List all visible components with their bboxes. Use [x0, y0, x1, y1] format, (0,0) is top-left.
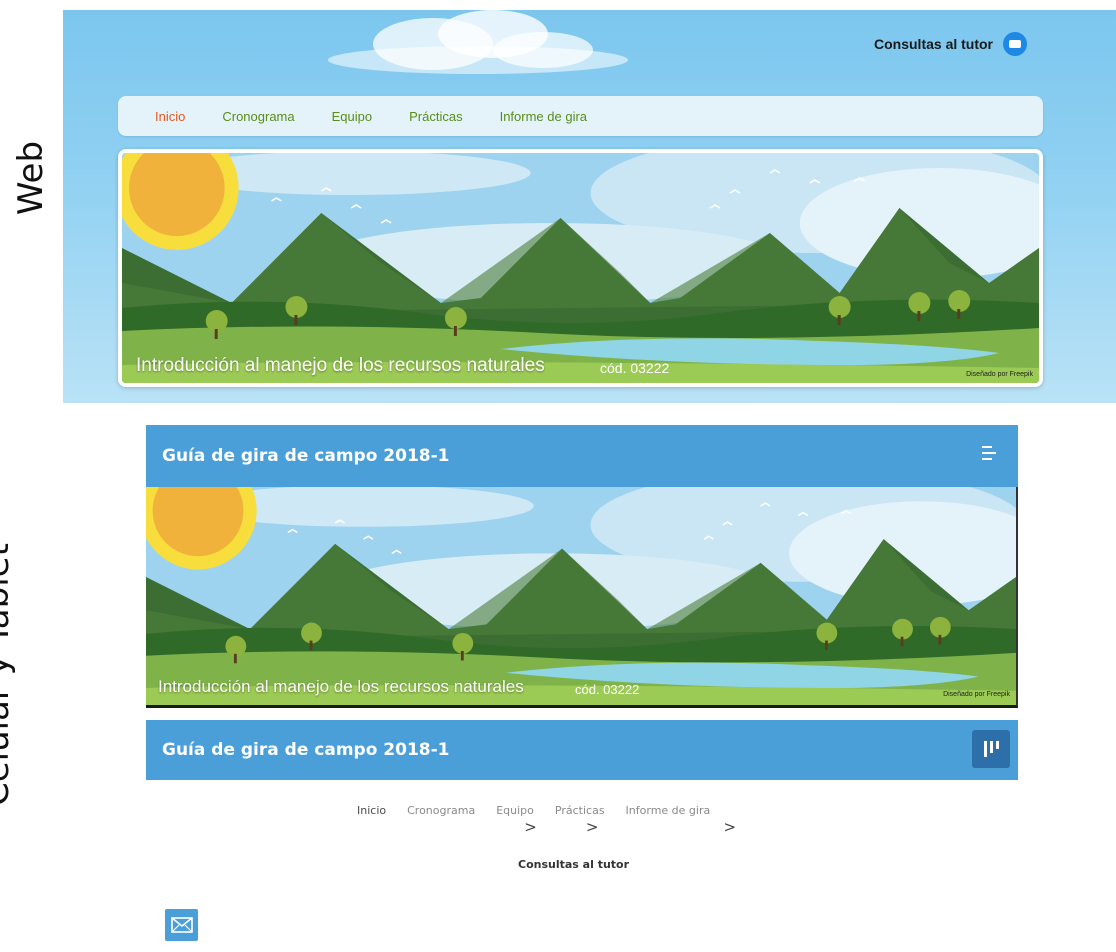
- mobile-header-title: Guía de gira de campo 2018-1: [162, 740, 450, 760]
- mobile-nav-label: Prácticas: [554, 804, 605, 817]
- web-preview: Consultas al tutor Inicio Cronograma Equ…: [63, 10, 1116, 403]
- banner-course-code: cód. 03222: [575, 682, 640, 697]
- mobile-nav-practicas[interactable]: Prácticas >: [554, 804, 605, 836]
- nav-practicas[interactable]: Prácticas: [409, 109, 462, 124]
- nav-inicio[interactable]: Inicio: [155, 109, 185, 124]
- menu-icon[interactable]: [982, 446, 998, 464]
- landscape-illustration: [122, 153, 1039, 383]
- chevron-right-icon: >: [723, 818, 737, 836]
- landscape-illustration: Introducción al manejo de los recursos n…: [146, 487, 1016, 705]
- mobile-nav-label: Equipo: [496, 804, 534, 817]
- mobile-header-title: Guía de gira de campo 2018-1: [162, 446, 450, 466]
- mobile-nav: Inicio Cronograma Equipo > Prácticas > I…: [357, 804, 737, 836]
- banner-course-code: cód. 03222: [600, 360, 670, 376]
- nav-toggle-button[interactable]: [972, 730, 1010, 768]
- mobile-nav-label: Informe de gira: [625, 804, 711, 817]
- main-nav: Inicio Cronograma Equipo Prácticas Infor…: [118, 96, 1043, 136]
- landscape-illustration: [146, 487, 1016, 705]
- mobile-nav-equipo[interactable]: Equipo >: [496, 804, 537, 836]
- mobile-header: Guía de gira de campo 2018-1: [146, 425, 1018, 487]
- cloud-decoration: [328, 10, 628, 74]
- mobile-nav-inicio[interactable]: Inicio: [357, 804, 386, 817]
- chevron-right-icon: >: [524, 818, 537, 836]
- mobile-consult-tutor-link[interactable]: Consultas al tutor: [518, 858, 629, 871]
- nav-informe-de-gira[interactable]: Informe de gira: [500, 109, 587, 124]
- mail-icon[interactable]: [1003, 32, 1028, 56]
- landscape-illustration: Introducción al manejo de los recursos n…: [122, 153, 1039, 383]
- banner-course-title: Introducción al manejo de los recursos n…: [158, 677, 524, 696]
- banner-credit: Diseñado por Freepik: [966, 371, 1033, 378]
- mobile-section-label: Celular y Tablet: [0, 543, 17, 806]
- mobile-header-expanded: Guía de gira de campo 2018-1: [146, 720, 1018, 780]
- consult-tutor-link[interactable]: Consultas al tutor: [874, 32, 1028, 56]
- mobile-hero-banner: Introducción al manejo de los recursos n…: [146, 487, 1018, 708]
- mobile-nav-informe-de-gira[interactable]: Informe de gira >: [625, 804, 737, 836]
- mail-icon[interactable]: [165, 909, 198, 941]
- nav-equipo[interactable]: Equipo: [332, 109, 372, 124]
- mail-icon: [170, 917, 193, 933]
- consult-tutor-label: Consultas al tutor: [874, 36, 994, 52]
- hero-banner: Introducción al manejo de los recursos n…: [118, 149, 1043, 387]
- banner-course-title: Introducción al manejo de los recursos n…: [136, 355, 545, 376]
- banner-credit: Diseñado por Freepik: [943, 691, 1010, 698]
- nav-cronograma[interactable]: Cronograma: [222, 109, 294, 124]
- mobile-nav-label: Cronograma: [407, 804, 476, 817]
- mobile-nav-cronograma[interactable]: Cronograma: [407, 804, 475, 817]
- web-section-label: Web: [11, 140, 51, 216]
- chevron-right-icon: >: [585, 818, 599, 836]
- mobile-nav-label: Inicio: [357, 804, 387, 817]
